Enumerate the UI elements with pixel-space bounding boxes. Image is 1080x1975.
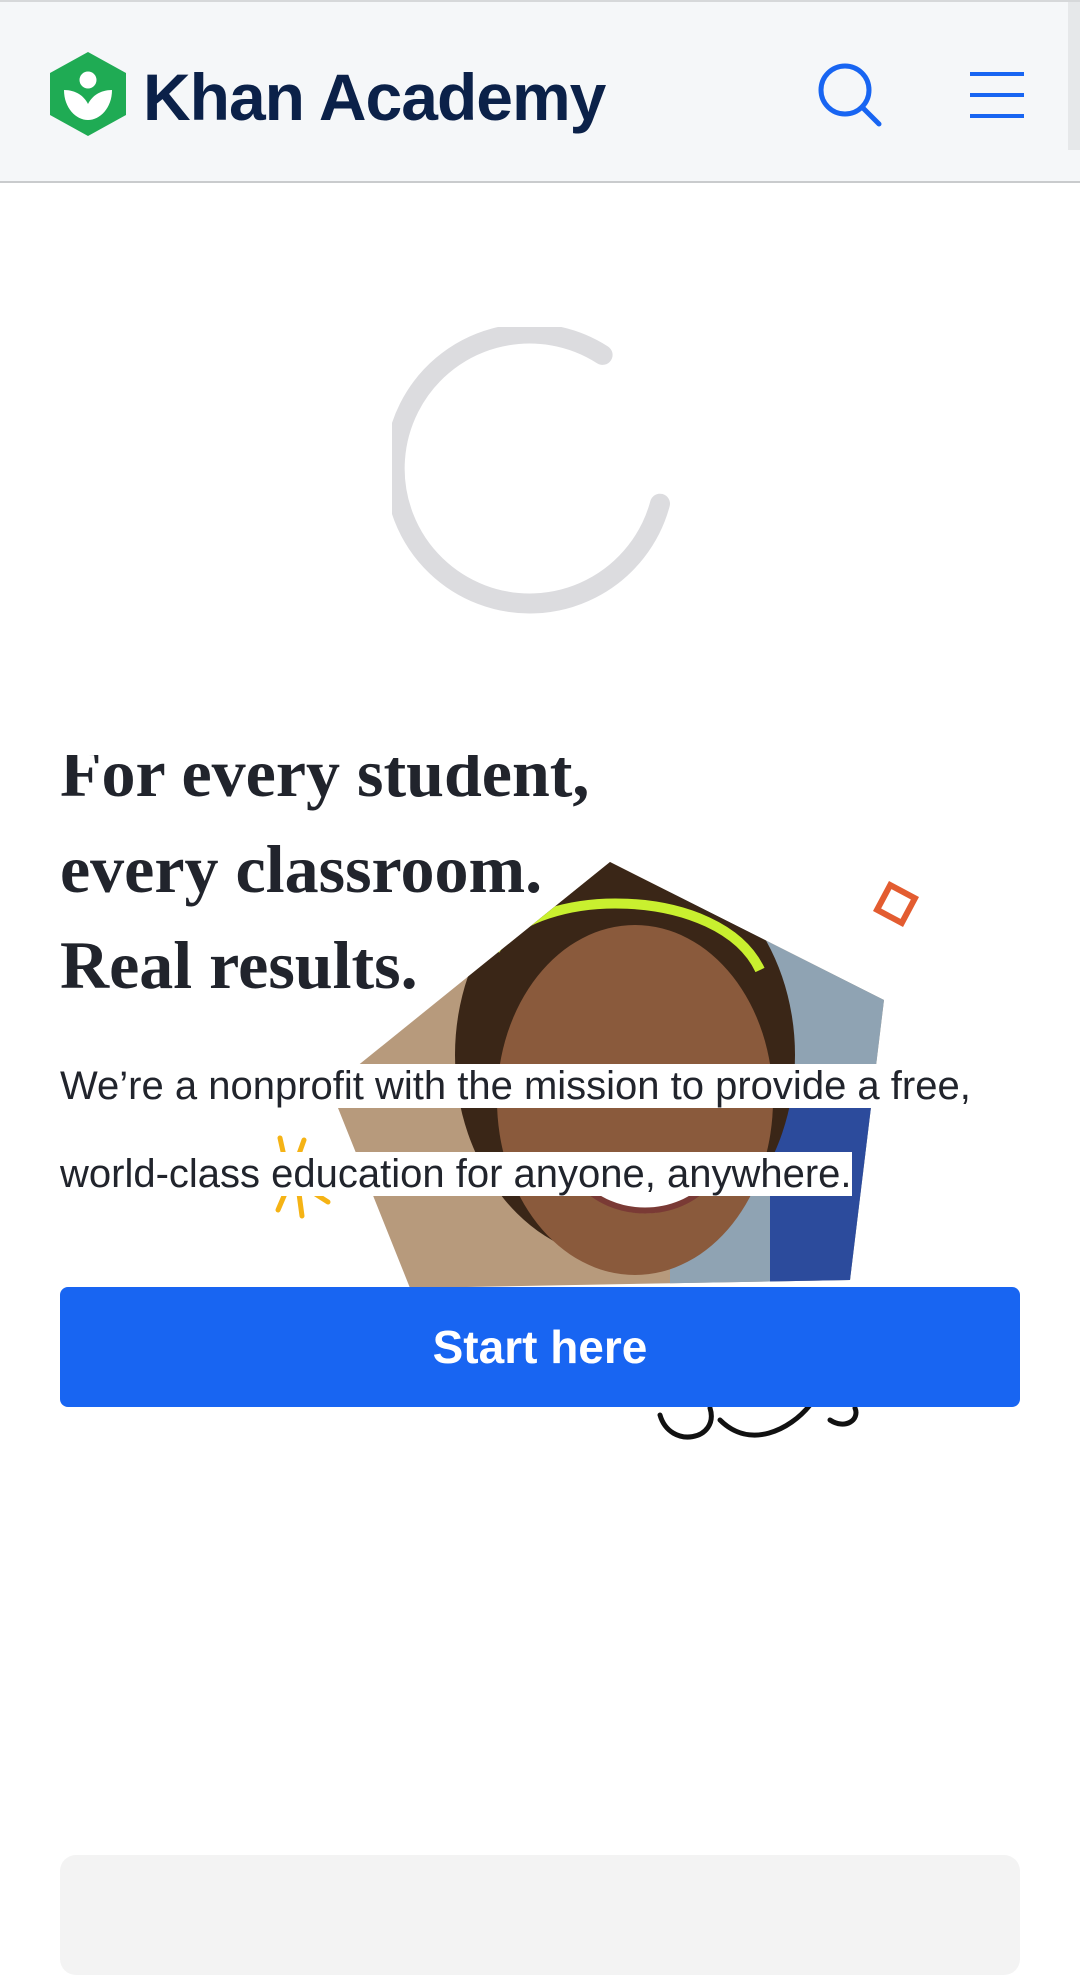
- headline-line: every classroom.: [60, 831, 543, 907]
- search-icon[interactable]: [815, 60, 885, 130]
- description-line: world-class education for anyone, anywhe…: [60, 1152, 852, 1196]
- hamburger-menu-icon[interactable]: [962, 60, 1032, 130]
- khan-academy-logo-icon[interactable]: [48, 50, 128, 138]
- hero-headline: For every student, every classroom. Real…: [60, 735, 780, 1013]
- description-line: We’re a nonprofit with the mission to pr…: [60, 1064, 971, 1108]
- content-card: [60, 1855, 1020, 1975]
- orange-diamond-doodle: [873, 881, 919, 927]
- headline-line: Real results.: [60, 927, 418, 1003]
- scribble-doodle: [657, 1402, 859, 1440]
- scrollbar-edge: [1068, 2, 1080, 150]
- top-nav-bar: Khan Academy: [0, 0, 1080, 183]
- hero-description: We’re a nonprofit with the mission to pr…: [60, 1042, 1050, 1218]
- headline-line: For every student,: [60, 735, 590, 811]
- start-here-button[interactable]: Start here: [60, 1287, 1020, 1407]
- brand-wordmark[interactable]: Khan Academy: [143, 52, 606, 142]
- loading-spinner-icon: [392, 327, 670, 614]
